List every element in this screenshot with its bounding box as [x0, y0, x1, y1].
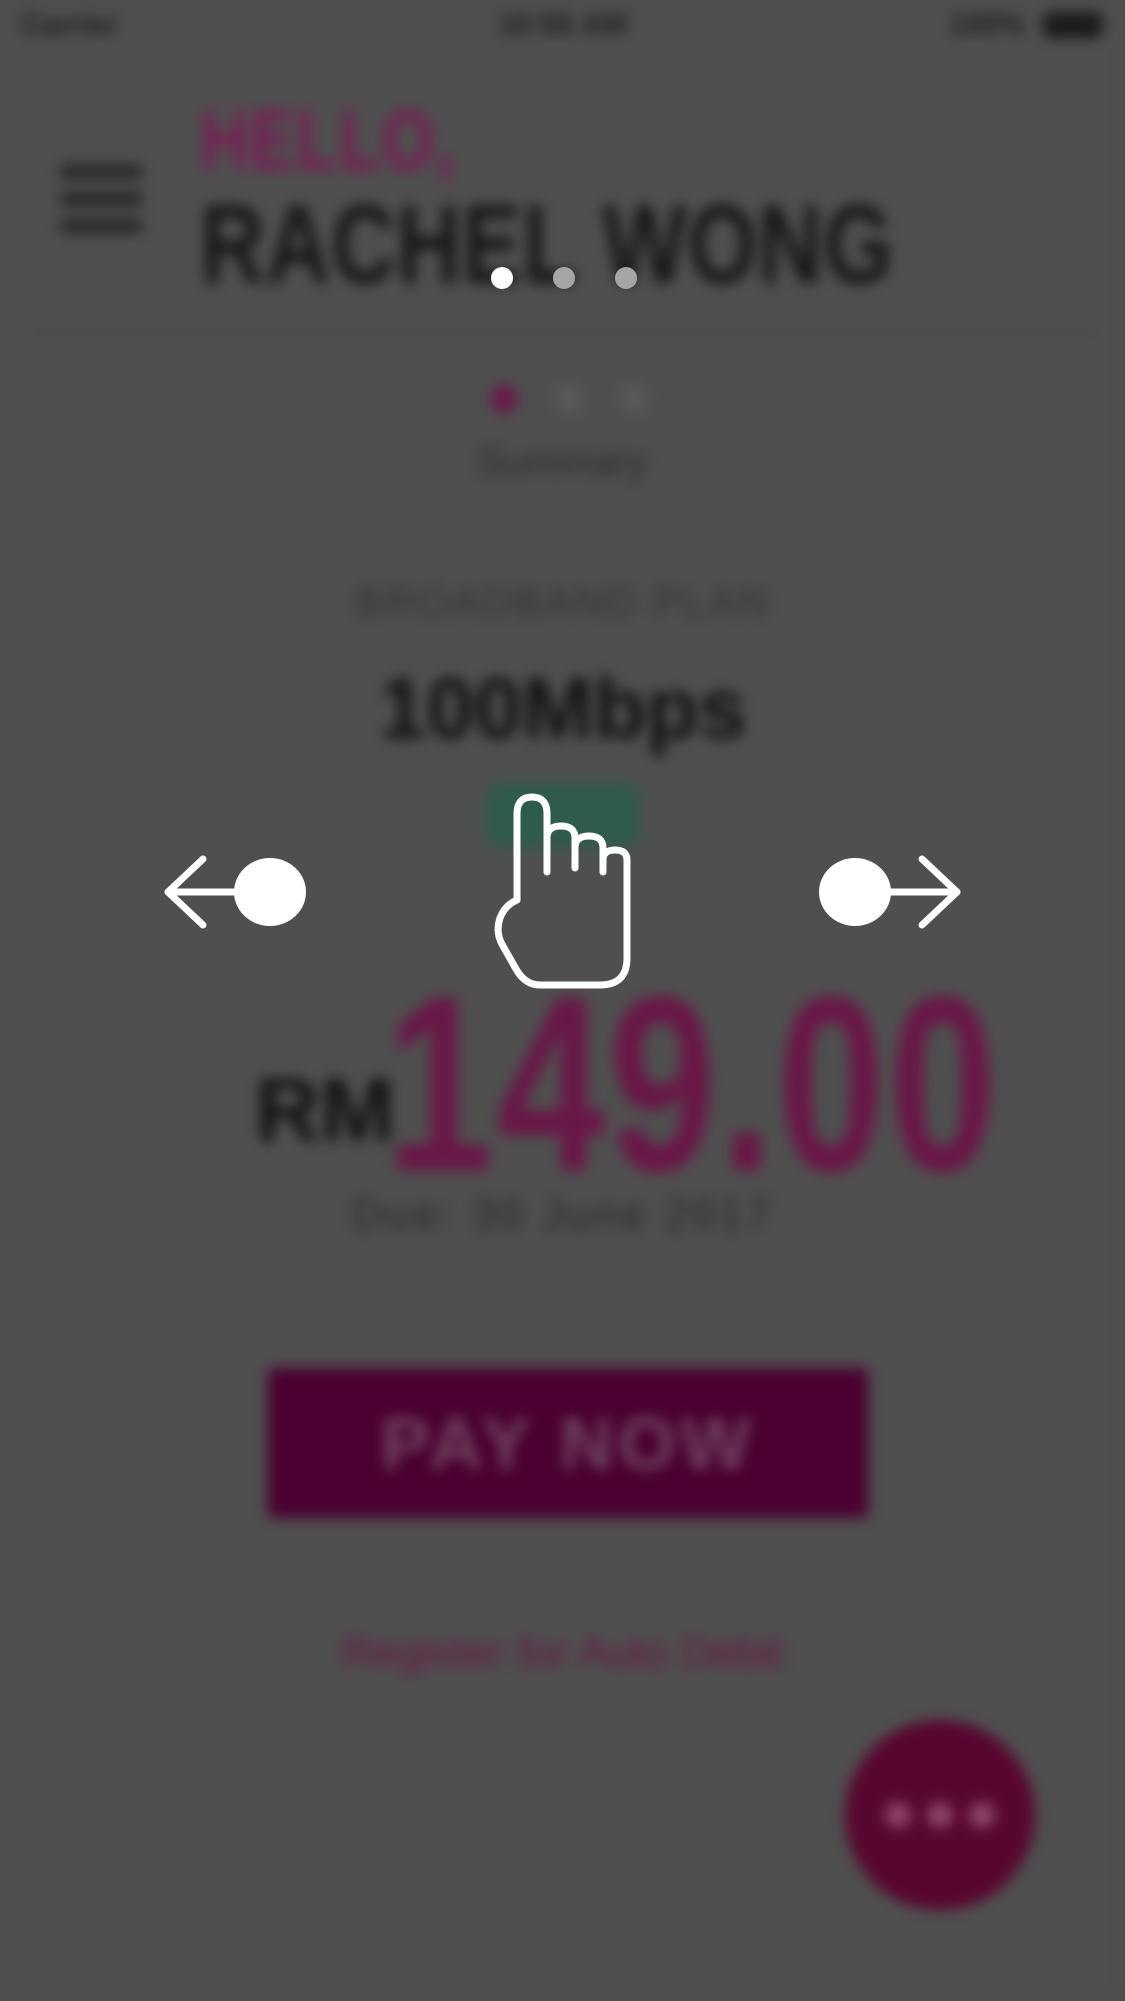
swipe-right-arrow-icon [819, 855, 961, 929]
swipe-left-arrow-icon [164, 855, 306, 929]
swipe-hand-icon [494, 793, 631, 989]
swipe-gesture-hint [164, 793, 961, 989]
